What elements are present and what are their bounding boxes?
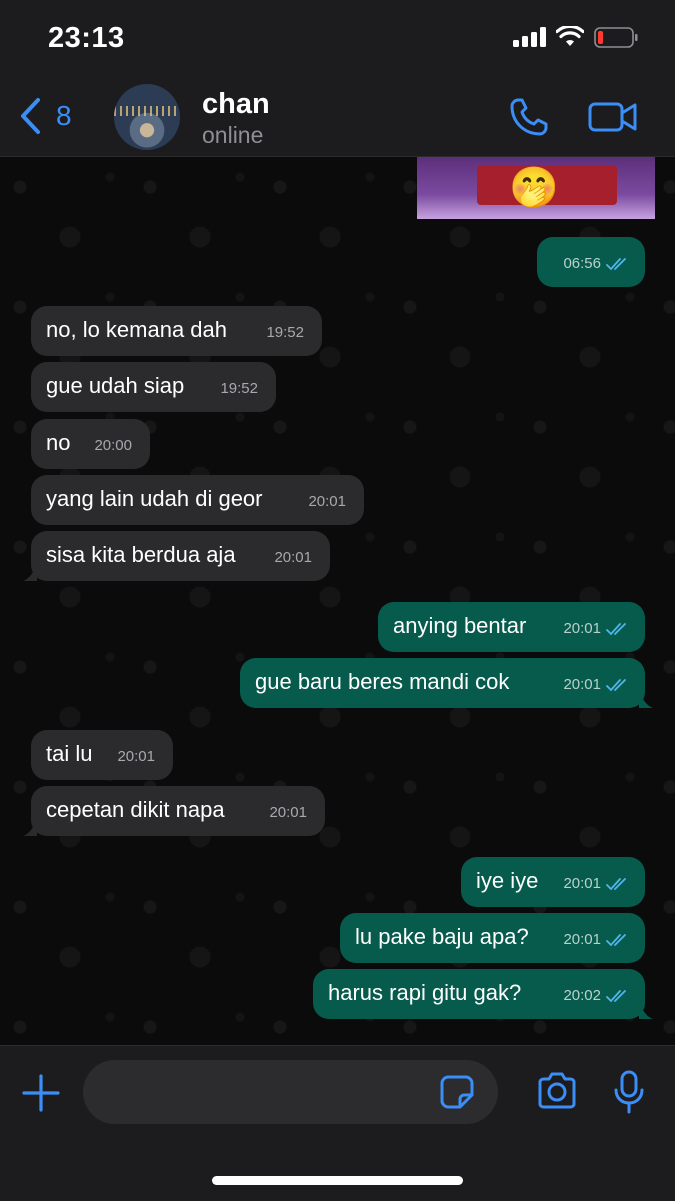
message-text: gue udah siap xyxy=(46,373,185,398)
chat-messages[interactable]: 🤭 06:56 no, lo kemana dah 19:52 gue udah si… xyxy=(0,157,675,1045)
microphone-icon[interactable] xyxy=(614,1070,644,1114)
camera-icon[interactable] xyxy=(536,1072,578,1110)
message-timestamp: 20:01 xyxy=(274,549,312,566)
chevron-left-icon[interactable] xyxy=(18,96,42,136)
image-message[interactable]: 🤭 xyxy=(417,157,655,219)
cellular-signal-icon xyxy=(513,27,546,47)
message-timestamp: 19:52 xyxy=(220,380,258,397)
message-timestamp: 20:01 xyxy=(308,493,346,510)
message-text: tai lu xyxy=(46,741,93,766)
outgoing-message[interactable]: harus rapi gitu gak? 20:02 xyxy=(313,969,645,1019)
incoming-message[interactable]: no 20:00 xyxy=(31,419,150,469)
wifi-icon xyxy=(556,26,584,46)
incoming-message[interactable]: cepetan dikit napa 20:01 xyxy=(31,786,325,836)
message-timestamp: 20:01 xyxy=(563,931,601,948)
video-camera-icon[interactable] xyxy=(588,100,638,134)
bubble-tail xyxy=(639,1003,653,1019)
message-timestamp: 20:01 xyxy=(563,676,601,693)
double-check-icon xyxy=(606,878,626,891)
battery-icon xyxy=(594,27,638,48)
chat-header: 8 chan online xyxy=(0,78,675,157)
double-check-icon xyxy=(606,258,626,271)
message-text: iye iye xyxy=(476,868,539,893)
outgoing-message[interactable]: iye iye 20:01 xyxy=(461,857,645,907)
message-timestamp: 20:01 xyxy=(563,875,601,892)
outgoing-message[interactable]: lu pake baju apa? 20:01 xyxy=(340,913,645,963)
bubble-tail xyxy=(23,565,37,581)
status-bar: 23:13 xyxy=(0,0,675,78)
incoming-message[interactable]: yang lain udah di geor 20:01 xyxy=(31,475,364,525)
bubble-tail xyxy=(23,820,37,836)
home-indicator xyxy=(212,1176,463,1185)
phone-icon[interactable] xyxy=(508,96,550,138)
message-input-bar xyxy=(0,1045,675,1201)
double-check-icon xyxy=(606,934,626,947)
message-text: anying bentar xyxy=(393,613,527,638)
message-timestamp: 20:01 xyxy=(269,804,307,821)
message-timestamp: 20:01 xyxy=(117,748,155,765)
message-timestamp: 20:01 xyxy=(563,620,601,637)
message-text: lu pake baju apa? xyxy=(355,924,529,949)
plus-icon[interactable] xyxy=(22,1074,60,1112)
incoming-message[interactable]: no, lo kemana dah 19:52 xyxy=(31,306,322,356)
bubble-tail xyxy=(639,692,653,708)
outgoing-message[interactable]: gue baru beres mandi cok 20:01 xyxy=(240,658,645,708)
message-text: yang lain udah di geor xyxy=(46,486,263,511)
message-timestamp: 20:00 xyxy=(94,437,132,454)
incoming-message[interactable]: gue udah siap 19:52 xyxy=(31,362,276,412)
message-timestamp: 20:02 xyxy=(563,987,601,1004)
message-text: harus rapi gitu gak? xyxy=(328,980,522,1005)
message-input[interactable] xyxy=(83,1060,498,1124)
message-text: sisa kita berdua aja xyxy=(46,542,236,567)
contact-avatar[interactable] xyxy=(114,84,180,150)
double-check-icon xyxy=(606,623,626,636)
sticker-icon[interactable] xyxy=(440,1075,474,1109)
back-unread-count[interactable]: 8 xyxy=(56,100,72,132)
message-text: no xyxy=(46,430,71,455)
outgoing-message[interactable]: 06:56 xyxy=(537,237,645,287)
message-text: no, lo kemana dah xyxy=(46,317,228,342)
message-timestamp: 19:52 xyxy=(266,324,304,341)
face-with-hand-over-mouth-icon: 🤭 xyxy=(509,166,559,210)
double-check-icon xyxy=(606,679,626,692)
incoming-message[interactable]: tai lu 20:01 xyxy=(31,730,173,780)
message-timestamp: 06:56 xyxy=(563,255,601,272)
outgoing-message[interactable]: anying bentar 20:01 xyxy=(378,602,645,652)
message-text: cepetan dikit napa xyxy=(46,797,225,822)
double-check-icon xyxy=(606,990,626,1003)
contact-presence: online xyxy=(202,122,264,148)
contact-name[interactable]: chan xyxy=(202,88,270,121)
status-time: 23:13 xyxy=(48,22,125,54)
incoming-message[interactable]: sisa kita berdua aja 20:01 xyxy=(31,531,330,581)
message-text: gue baru beres mandi cok xyxy=(255,669,510,694)
